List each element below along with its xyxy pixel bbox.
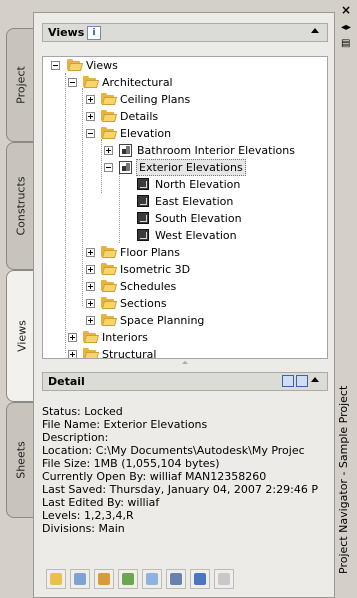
detail-view-toggle (280, 375, 308, 388)
tree-node-label: Elevation (120, 127, 172, 140)
tree-node-label: West Elevation (155, 229, 237, 242)
tree-node-label: Architectural (102, 76, 173, 89)
collapse-toggle-icon[interactable] (104, 163, 113, 172)
collapse-toggle-icon[interactable] (51, 61, 60, 70)
collapse-arrow-icon[interactable] (311, 377, 319, 382)
collapse-toggle-icon[interactable] (86, 129, 95, 138)
expand-toggle-icon[interactable] (68, 333, 77, 342)
tree-node-label: Ceiling Plans (120, 93, 191, 106)
tab-constructs[interactable]: Constructs (6, 142, 34, 270)
detail-section-title: Detail (48, 375, 85, 388)
expand-toggle-icon[interactable] (86, 248, 95, 257)
detail-last-edited: Last Edited By: williaf (42, 496, 160, 509)
project-navigator-palette: Project Constructs Views Sheets Views i … (0, 0, 357, 598)
detail-list-icon[interactable] (282, 375, 294, 387)
detail-location: Location: C:\My Documents\Autodesk\My Pr… (42, 444, 305, 457)
tree-node-label: Floor Plans (120, 246, 180, 259)
properties-button[interactable] (142, 569, 162, 589)
detail-open-by: Currently Open By: williaf MAN12358260 (42, 470, 267, 483)
elevation-view-icon (119, 144, 132, 157)
close-all-button[interactable] (166, 569, 186, 589)
tab-sheets[interactable]: Sheets (6, 402, 34, 518)
views-section-header[interactable]: Views i (42, 23, 328, 42)
repath-button[interactable] (214, 569, 234, 589)
properties-menu-icon[interactable]: ▤ (341, 38, 350, 50)
folder-icon (101, 127, 118, 139)
folder-icon (101, 110, 118, 122)
close-icon[interactable]: × (341, 4, 351, 16)
elevation-view-icon (119, 161, 132, 174)
tab-views[interactable]: Views (6, 270, 36, 402)
tree-node-label: South Elevation (155, 212, 242, 225)
expand-toggle-icon[interactable] (86, 95, 95, 104)
tree-node-label-selected: Exterior Elevations (136, 159, 246, 176)
tree-node-label: North Elevation (155, 178, 241, 191)
folder-icon (83, 348, 100, 358)
folder-icon (83, 331, 100, 343)
detail-last-saved: Last Saved: Thursday, January 04, 2007 2… (42, 483, 318, 496)
collapse-toggle-icon[interactable] (68, 78, 77, 87)
view-icon (137, 195, 149, 207)
detail-section-header[interactable]: Detail (42, 372, 328, 391)
tab-project[interactable]: Project (6, 28, 34, 142)
detail-info: Status: Locked File Name: Exterior Eleva… (42, 405, 328, 555)
tab-project-label: Project (14, 66, 27, 104)
expand-toggle-icon[interactable] (86, 112, 95, 121)
expand-toggle-icon[interactable] (86, 282, 95, 291)
folder-icon (101, 246, 118, 258)
folder-icon (101, 93, 118, 105)
regenerate-button[interactable] (118, 569, 138, 589)
tree-node-label: Bathroom Interior Elevations (137, 144, 295, 157)
add-section-view-button[interactable] (94, 569, 114, 589)
tree-node-label: East Elevation (155, 195, 234, 208)
info-icon[interactable]: i (87, 26, 101, 40)
detail-file-size: File Size: 1MB (1,055,104 bytes) (42, 457, 220, 470)
view-icon (137, 229, 149, 241)
expand-toggle-icon[interactable] (86, 265, 95, 274)
tree-node-label: Isometric 3D (120, 263, 191, 276)
detail-levels: Levels: 1,2,3,4,R (42, 509, 134, 522)
add-view-button[interactable] (46, 569, 66, 589)
tree-node-label: Schedules (120, 280, 177, 293)
palette-title: Project Navigator - Sample Project (337, 385, 350, 574)
expand-toggle-icon[interactable] (86, 299, 95, 308)
views-tree: Views Architectural Ceiling Plans Detail… (42, 56, 328, 359)
views-panel: Views i Views Architectural Ceiling Plan… (33, 12, 335, 598)
expand-toggle-icon[interactable] (86, 316, 95, 325)
detail-file-name: File Name: Exterior Elevations (42, 418, 208, 431)
folder-icon (67, 59, 84, 71)
tree-node-label: Structural (102, 348, 157, 359)
expand-toggle-icon[interactable] (104, 146, 113, 155)
splitter-handle[interactable] (42, 361, 328, 367)
autohide-icon[interactable]: ◂▸ (341, 22, 351, 34)
detail-status: Status: Locked (42, 405, 123, 418)
tab-constructs-label: Constructs (14, 176, 27, 236)
folder-icon (83, 76, 100, 88)
views-section-title: Views (48, 26, 85, 39)
folder-icon (101, 263, 118, 275)
detail-preview-icon[interactable] (296, 375, 308, 387)
folder-icon (101, 280, 118, 292)
detail-divisions: Divisions: Main (42, 522, 125, 535)
tree-node-label: Interiors (102, 331, 148, 344)
tree-node-label: Space Planning (120, 314, 205, 327)
tab-views-label: Views (15, 320, 28, 352)
detail-description: Description: (42, 431, 109, 444)
view-icon (137, 212, 149, 224)
refresh-button[interactable] (190, 569, 210, 589)
folder-icon (101, 314, 118, 326)
tree-node-label: Sections (120, 297, 167, 310)
folder-icon (101, 297, 118, 309)
expand-toggle-icon[interactable] (68, 350, 77, 358)
view-icon (137, 178, 149, 190)
collapse-arrow-icon[interactable] (311, 28, 319, 33)
tab-sheets-label: Sheets (14, 441, 27, 479)
side-tabs: Project Constructs Views Sheets (0, 0, 36, 596)
tree-node-label: Views (86, 59, 118, 72)
tree-node-label: Details (120, 110, 159, 123)
palette-title-bar[interactable]: × ◂▸ ▤ Project Navigator - Sample Projec… (337, 0, 357, 596)
add-detail-view-button[interactable] (70, 569, 90, 589)
